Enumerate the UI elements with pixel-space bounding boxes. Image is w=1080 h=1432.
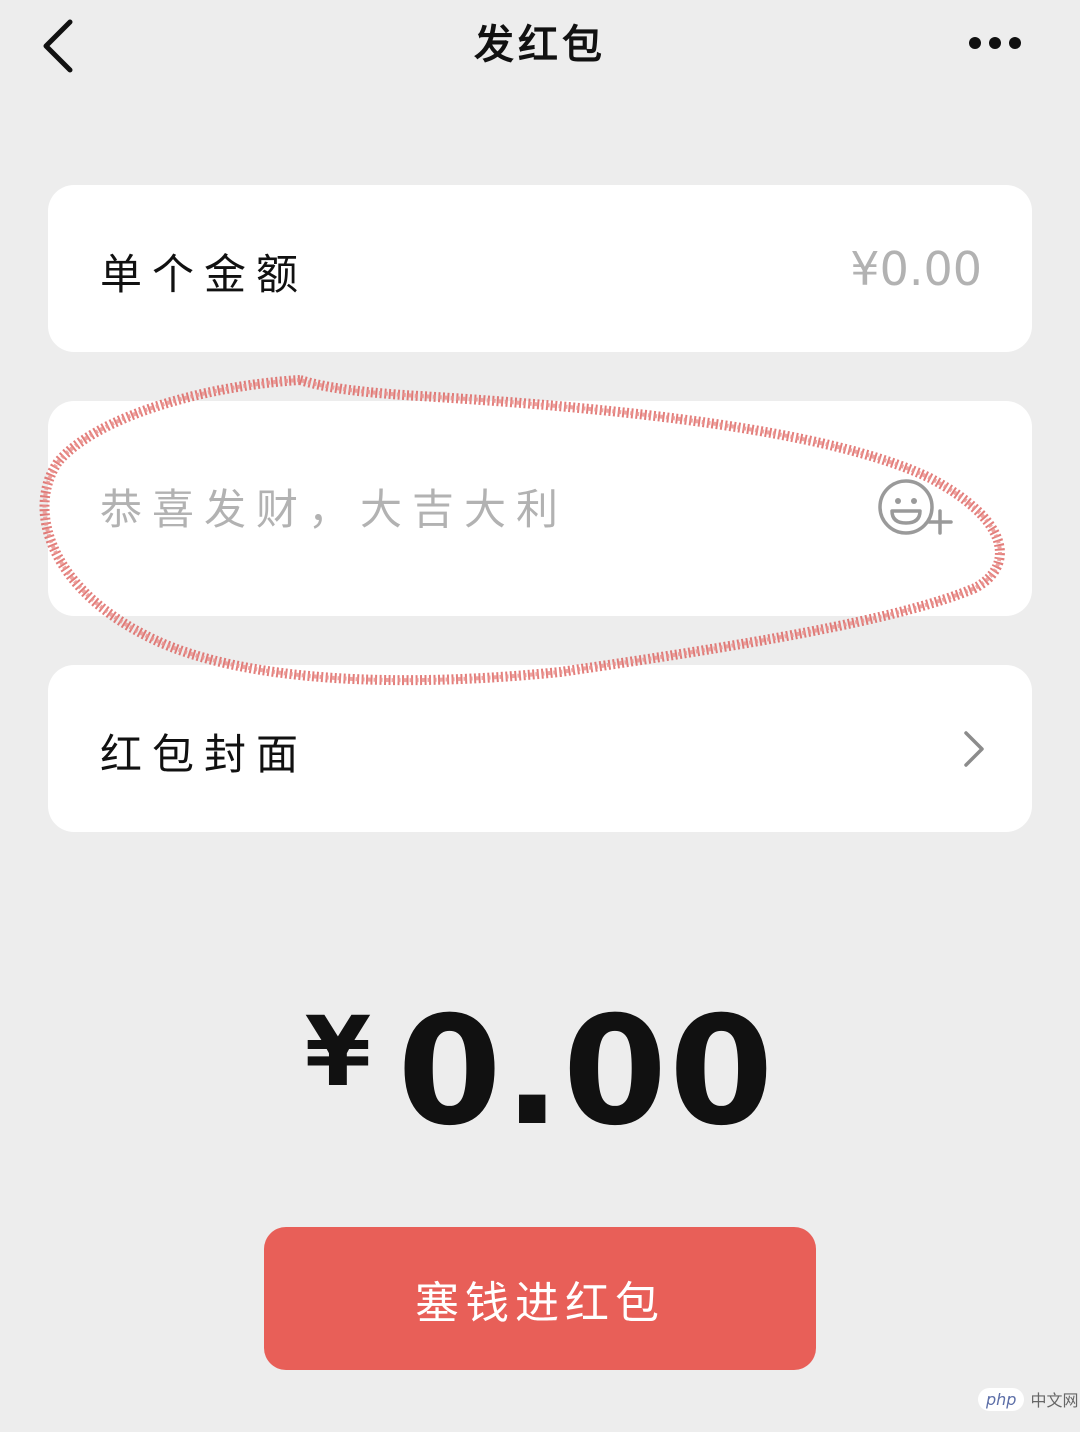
more-horizontal-icon — [969, 37, 1021, 49]
greeting-card — [48, 401, 1032, 616]
amount-input[interactable] — [620, 235, 984, 303]
top-navigation-bar: 发红包 — [0, 0, 1080, 90]
greeting-input[interactable] — [98, 473, 862, 545]
watermark-text: 中文网 — [1030, 1391, 1079, 1410]
total-currency: ¥ — [304, 996, 372, 1108]
cover-label: 红包封面 — [100, 730, 309, 779]
page-title: 发红包 — [474, 22, 606, 68]
total-value: 0.00 — [397, 985, 776, 1159]
cover-row[interactable]: 红包封面 — [48, 665, 1032, 832]
chevron-right-icon — [964, 731, 984, 767]
total-amount: ¥0.00 — [0, 985, 1080, 1159]
submit-button[interactable]: 塞钱进红包 — [264, 1227, 816, 1370]
emoji-button[interactable] — [878, 477, 958, 541]
emoji-add-icon — [878, 479, 953, 535]
watermark: php 中文网 — [978, 1384, 1078, 1414]
amount-card: 单个金额 — [48, 185, 1032, 352]
amount-label: 单个金额 — [100, 250, 309, 299]
more-options-button[interactable] — [955, 20, 1035, 66]
watermark-logo: php — [978, 1387, 1025, 1411]
